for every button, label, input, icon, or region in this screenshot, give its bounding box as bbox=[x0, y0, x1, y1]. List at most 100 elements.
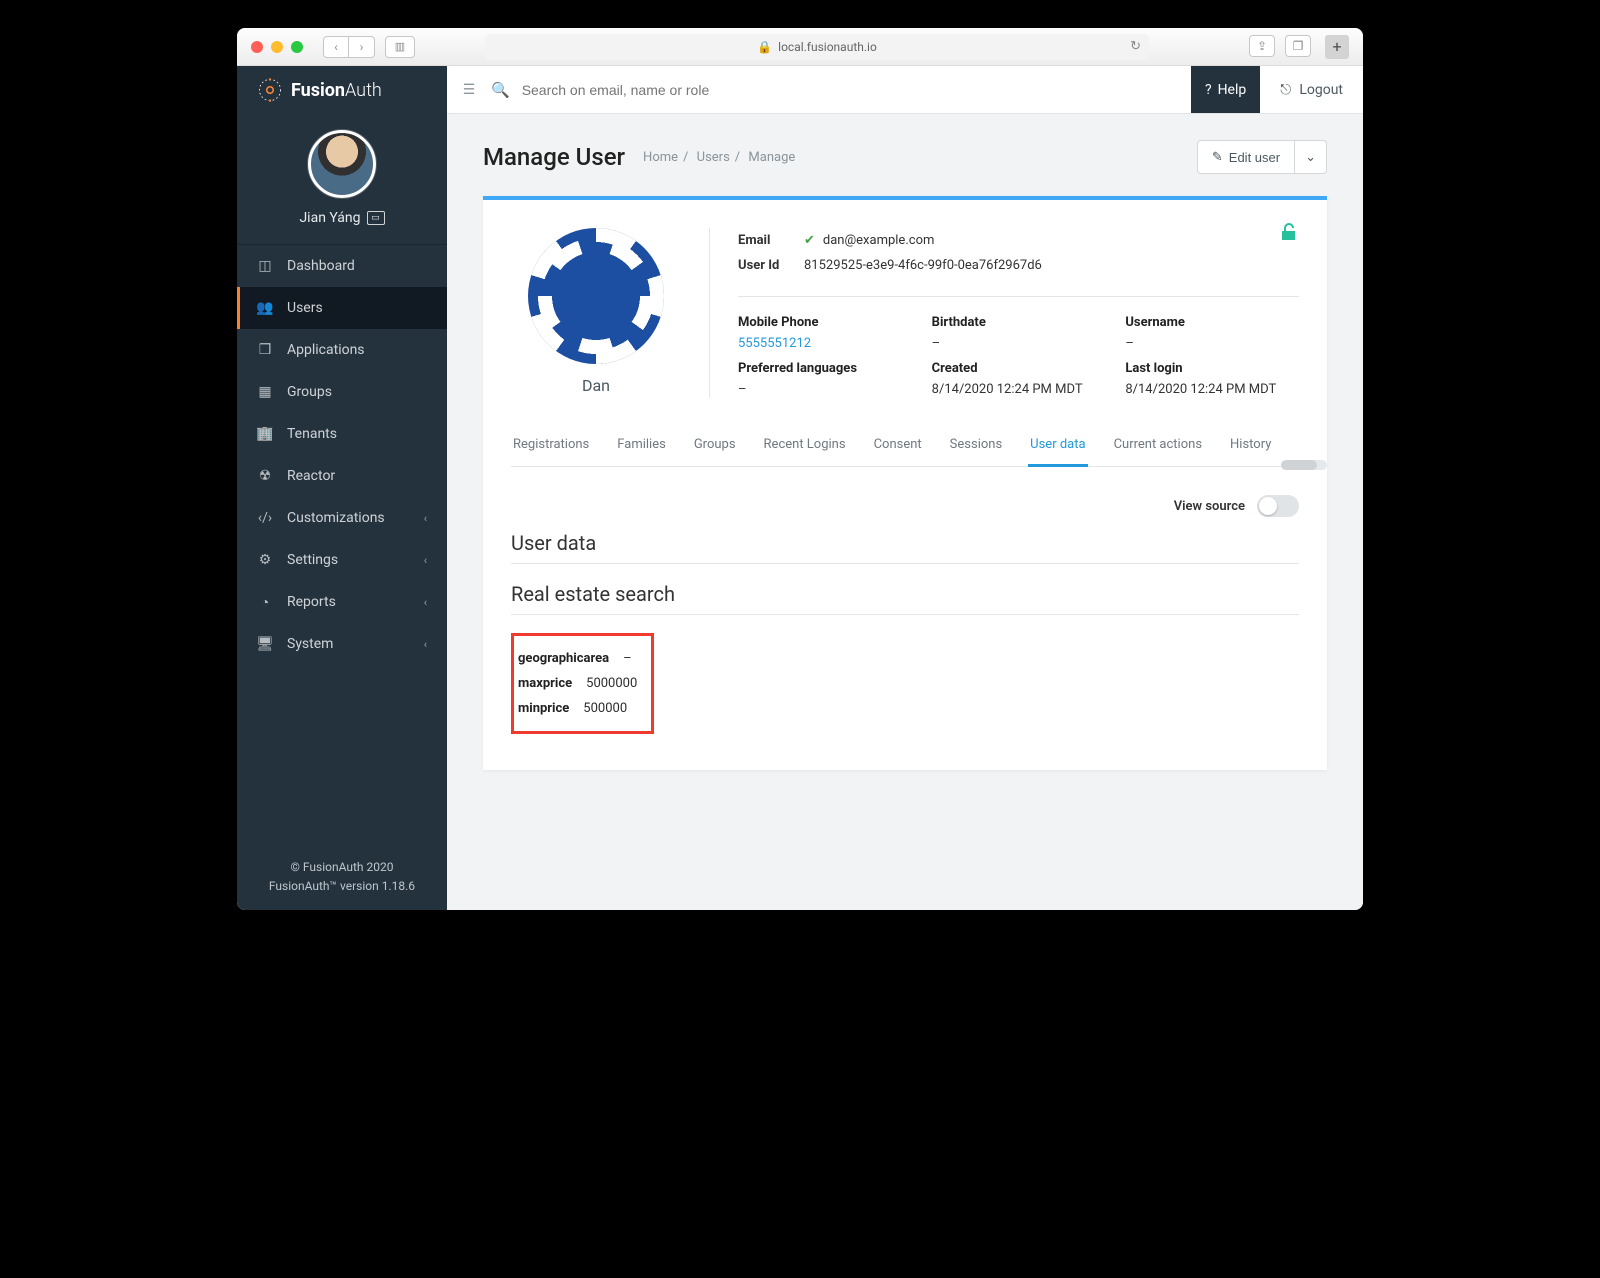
window-controls bbox=[251, 41, 303, 53]
tab-user-data[interactable]: User data bbox=[1028, 437, 1087, 467]
page-header: Manage User Home/ Users/ Manage ✎ Edit us… bbox=[483, 140, 1327, 174]
mobile-label: Mobile Phone bbox=[738, 315, 912, 330]
address-bar[interactable]: 🔒 local.fusionauth.io ↻ bbox=[485, 34, 1149, 60]
id-card-icon[interactable]: ▭ bbox=[367, 211, 385, 225]
reactor-icon: ☢ bbox=[257, 468, 273, 484]
browser-toolbar: ‹ › ▥ 🔒 local.fusionauth.io ↻ ⇪ ❐ + bbox=[237, 28, 1363, 66]
search-icon: 🔍 bbox=[491, 81, 510, 99]
lastlogin-label: Last login bbox=[1125, 361, 1299, 376]
crumb-manage[interactable]: Manage bbox=[748, 150, 795, 165]
sidebar-item-users[interactable]: 👥Users bbox=[237, 287, 447, 329]
topbar: ☰ 🔍 ?Help ⎋Logout bbox=[447, 66, 1363, 114]
sidebar-item-dashboard[interactable]: ◫Dashboard bbox=[237, 245, 447, 287]
brand-logo[interactable]: FusionAuth bbox=[237, 66, 447, 114]
userdata-section-heading: Real estate search bbox=[511, 582, 1299, 615]
highlighted-userdata: geographicarea– maxprice5000000 minprice… bbox=[511, 633, 654, 734]
sidebar-item-reactor[interactable]: ☢ Reactor bbox=[237, 455, 447, 497]
tab-families[interactable]: Families bbox=[615, 437, 668, 466]
sidebar-item-label: Settings bbox=[287, 552, 338, 568]
profile-avatar[interactable] bbox=[308, 130, 376, 198]
sidebar-item-groups[interactable]: ▦Groups bbox=[237, 371, 447, 413]
email-value: dan@example.com bbox=[823, 233, 934, 248]
sliders-icon: ⚙ bbox=[257, 552, 273, 568]
created-label: Created bbox=[932, 361, 1106, 376]
sidebar-item-label: Applications bbox=[287, 342, 365, 358]
user-display-name: Dan bbox=[511, 376, 681, 395]
url: local.fusionauth.io bbox=[778, 40, 877, 54]
tab-consent[interactable]: Consent bbox=[872, 437, 924, 466]
verified-icon: ✔ bbox=[804, 233, 815, 248]
username-value: – bbox=[1125, 336, 1299, 351]
userdata-row: minprice 500000 bbox=[514, 696, 637, 721]
sidebar-item-label: Reactor bbox=[287, 468, 335, 484]
tab-current-actions[interactable]: Current actions bbox=[1112, 437, 1204, 466]
view-source-toggle[interactable] bbox=[1257, 495, 1299, 517]
lastlogin-value: 8/14/2020 12:24 PM MDT bbox=[1125, 382, 1299, 397]
userdata-value: 500000 bbox=[583, 701, 627, 716]
userdata-heading: User data bbox=[511, 531, 1299, 564]
userid-label: User Id bbox=[738, 258, 804, 273]
userdata-value: – bbox=[623, 651, 632, 666]
tabs-icon[interactable]: ❐ bbox=[1285, 35, 1311, 57]
browser-back[interactable]: ‹ bbox=[323, 36, 349, 58]
mobile-value[interactable]: 5555551212 bbox=[738, 336, 912, 351]
edit-user-dropdown[interactable]: ⌄ bbox=[1295, 140, 1327, 174]
userdata-value: 5000000 bbox=[586, 676, 637, 691]
profile-name: Jian Yáng bbox=[299, 210, 360, 226]
close-window[interactable] bbox=[251, 41, 263, 53]
tab-recent-logins[interactable]: Recent Logins bbox=[762, 437, 848, 466]
crumb-home[interactable]: Home bbox=[643, 150, 678, 165]
edit-user-label: Edit user bbox=[1229, 150, 1280, 165]
birthdate-label: Birthdate bbox=[932, 315, 1106, 330]
logout-button[interactable]: ⎋Logout bbox=[1260, 66, 1363, 113]
page-title: Manage User bbox=[483, 143, 625, 171]
sidebar-item-label: Customizations bbox=[287, 510, 385, 526]
chevron-left-icon: ‹ bbox=[424, 512, 427, 525]
pie-chart-icon: ◔ bbox=[257, 594, 273, 611]
lock-icon: 🔒 bbox=[757, 40, 772, 54]
tab-scrollbar[interactable] bbox=[1281, 460, 1327, 470]
tab-sessions[interactable]: Sessions bbox=[948, 437, 1005, 466]
browser-forward[interactable]: › bbox=[349, 36, 375, 58]
user-tabs: Registrations Families Groups Recent Log… bbox=[511, 437, 1299, 467]
profile-block: Jian Yáng ▭ bbox=[237, 114, 447, 244]
crumb-users[interactable]: Users bbox=[697, 150, 730, 165]
help-button[interactable]: ?Help bbox=[1191, 66, 1260, 113]
help-icon: ? bbox=[1205, 82, 1212, 98]
user-panel: Dan Email✔dan@example.com User Id8152952… bbox=[483, 196, 1327, 770]
sidebar: FusionAuth Jian Yáng ▭ ◫Dashboard 👥Users… bbox=[237, 66, 447, 910]
user-avatar[interactable] bbox=[528, 228, 664, 364]
chevron-left-icon: ‹ bbox=[424, 638, 427, 651]
sidebar-item-settings[interactable]: ⚙Settings‹ bbox=[237, 539, 447, 581]
tab-history[interactable]: History bbox=[1228, 437, 1273, 466]
version: FusionAuth™ version 1.18.6 bbox=[237, 877, 447, 896]
share-icon[interactable]: ⇪ bbox=[1249, 35, 1275, 57]
sidebar-item-label: Tenants bbox=[287, 426, 337, 442]
copyright: © FusionAuth 2020 bbox=[237, 858, 447, 877]
sidebar-item-reports[interactable]: ◔Reports‹ bbox=[237, 581, 447, 623]
sidebar-item-label: Reports bbox=[287, 594, 336, 610]
logo-icon bbox=[257, 77, 283, 103]
sidebar-toggle[interactable]: ☰ bbox=[447, 82, 491, 98]
breadcrumb: Home/ Users/ Manage bbox=[643, 150, 795, 165]
tab-groups[interactable]: Groups bbox=[692, 437, 738, 466]
maximize-window[interactable] bbox=[291, 41, 303, 53]
userdata-key: minprice bbox=[518, 701, 569, 716]
minimize-window[interactable] bbox=[271, 41, 283, 53]
sidebar-item-tenants[interactable]: 🏢Tenants bbox=[237, 413, 447, 455]
unlock-icon[interactable] bbox=[1279, 222, 1299, 242]
edit-user-button[interactable]: ✎ Edit user bbox=[1197, 140, 1295, 174]
tab-registrations[interactable]: Registrations bbox=[511, 437, 591, 466]
sidebar-item-customizations[interactable]: ‹/›Customizations‹ bbox=[237, 497, 447, 539]
users-icon: 👥 bbox=[257, 300, 273, 316]
sidebar-item-system[interactable]: 🖥System‹ bbox=[237, 623, 447, 665]
search-input[interactable] bbox=[520, 81, 1191, 99]
browser-sidebar-icon[interactable]: ▥ bbox=[385, 36, 415, 58]
sidebar-item-applications[interactable]: ❒Applications bbox=[237, 329, 447, 371]
pencil-icon: ✎ bbox=[1212, 149, 1223, 165]
sidebar-footer: © FusionAuth 2020 FusionAuth™ version 1.… bbox=[237, 848, 447, 910]
reload-icon[interactable]: ↻ bbox=[1130, 39, 1141, 54]
search-box[interactable]: 🔍 bbox=[491, 81, 1191, 99]
userdata-key: maxprice bbox=[518, 676, 572, 691]
new-tab-button[interactable]: + bbox=[1325, 35, 1349, 59]
